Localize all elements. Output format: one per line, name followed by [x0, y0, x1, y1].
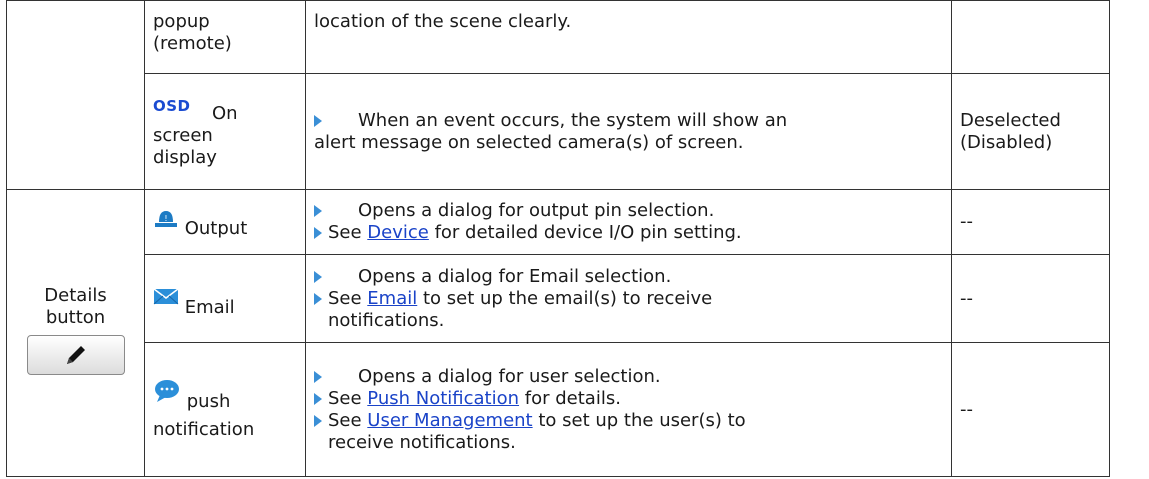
email-bullet1: Opens a dialog for Email selection. — [358, 265, 672, 287]
bullet-icon — [314, 270, 322, 283]
svg-text:!: ! — [164, 214, 167, 223]
table-row-popup: popup (remote) location of the scene cle… — [6, 0, 1110, 190]
push-name-line1: push — [186, 390, 231, 412]
push-bullet3-pre: See — [328, 409, 368, 431]
cell-push-default: -- — [951, 342, 1110, 477]
push-bullet3-post: to set up the user(s) to — [532, 409, 746, 431]
table-row-push: push notification Opens a dialog for use… — [7, 342, 1110, 477]
osd-name-line3: display — [153, 146, 217, 168]
cell-osd-default: Deselected (Disabled) — [951, 73, 1110, 190]
popup-description: location of the scene clearly. — [314, 11, 572, 32]
cell-popup-description: location of the scene clearly. — [305, 0, 952, 74]
email-bullet2-cont: notifications. — [328, 309, 445, 331]
details-label-line2: button — [45, 307, 106, 328]
bullet-icon — [314, 414, 322, 427]
push-bullet2-pre: See — [328, 387, 368, 409]
push-bullet2-post: for details. — [519, 387, 621, 409]
osd-icon: OSD — [153, 96, 191, 115]
output-bullet1: Opens a dialog for output pin selection. — [358, 200, 715, 221]
email-default: -- — [960, 287, 973, 309]
output-default: -- — [960, 211, 973, 232]
cell-email-name: Email — [144, 254, 306, 343]
cell-output-default: -- — [951, 189, 1110, 255]
cell-popup-default — [951, 0, 1110, 74]
cell-email-default: -- — [951, 254, 1110, 343]
cell-push-description: Opens a dialog for user selection. See P… — [305, 342, 952, 477]
settings-table: popup (remote) location of the scene cle… — [6, 0, 1110, 477]
cell-push-name: push notification — [144, 342, 306, 477]
user-management-link[interactable]: User Management — [367, 410, 532, 431]
osd-name-suffix: On — [211, 102, 238, 124]
pencil-icon — [66, 346, 85, 364]
details-label-line1: Details — [44, 285, 107, 306]
bullet-icon — [314, 205, 322, 217]
cell-details-label: Details button — [6, 189, 145, 477]
email-bullet2-post: to set up the email(s) to receive — [417, 287, 713, 309]
table-row-osd: OSD On screen display When an event occu… — [7, 73, 1110, 190]
push-notification-link[interactable]: Push Notification — [367, 388, 519, 409]
bullet-icon — [314, 292, 322, 305]
cell-popup-name: popup (remote) — [144, 0, 306, 74]
cell-email-description: Opens a dialog for Email selection. See … — [305, 254, 952, 343]
email-link[interactable]: Email — [367, 288, 417, 309]
bullet-icon — [314, 114, 322, 127]
table-row-email: Email Opens a dialog for Email selection… — [7, 254, 1110, 343]
push-bullet3-cont: receive notifications. — [328, 431, 516, 453]
osd-default-line1: Deselected — [960, 109, 1061, 131]
email-bullet2-pre: See — [328, 287, 368, 309]
push-default: -- — [960, 398, 973, 420]
popup-name-line2: (remote) — [153, 33, 232, 54]
osd-name-line2: screen — [153, 124, 213, 146]
siren-light-icon: ! — [153, 208, 179, 236]
osd-description-line2: alert message on selected camera(s) of s… — [314, 131, 744, 153]
cell-output-name: ! Output — [144, 189, 306, 255]
popup-name-line1: popup — [153, 11, 210, 32]
cell-osd-description: When an event occurs, the system will sh… — [305, 73, 952, 190]
output-bullet2-post: for detailed device I/O pin setting. — [428, 222, 742, 243]
table-row-output: Details button ! Output Opens a dialog f… — [6, 189, 1110, 477]
empty-cell — [6, 0, 145, 190]
bullet-icon — [314, 370, 322, 383]
cell-osd-name: OSD On screen display — [144, 73, 306, 190]
device-link[interactable]: Device — [367, 222, 429, 243]
output-bullet2-pre: See — [328, 222, 368, 243]
chat-bubble-icon — [153, 379, 181, 409]
bullet-icon — [314, 392, 322, 405]
osd-description-line1: When an event occurs, the system will sh… — [358, 109, 788, 131]
push-bullet1: Opens a dialog for user selection. — [358, 365, 661, 387]
envelope-icon — [153, 287, 179, 311]
details-edit-button[interactable] — [26, 335, 125, 375]
osd-default-line2: (Disabled) — [960, 131, 1053, 153]
email-name: Email — [184, 296, 235, 318]
cell-output-description: Opens a dialog for output pin selection.… — [305, 189, 952, 255]
output-name: Output — [184, 218, 248, 239]
bullet-icon — [314, 227, 322, 239]
push-name-line2: notification — [153, 418, 255, 440]
